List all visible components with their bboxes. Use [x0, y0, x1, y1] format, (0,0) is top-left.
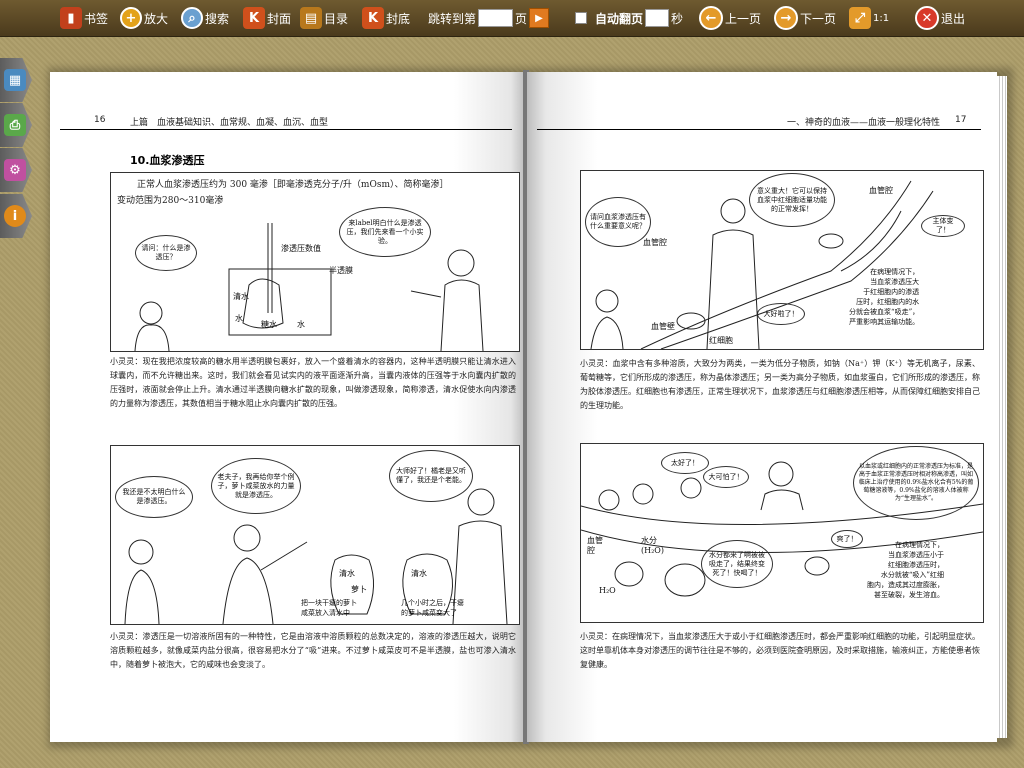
diagram-label: 血管腔	[587, 536, 603, 555]
comic-panel-4: 太好了！ 大可怕了！ 以血浆或红细胞内的正常渗透压为标准，是高于血浆正常渗透压时…	[580, 443, 984, 623]
close-icon: ✕	[915, 6, 939, 30]
side-tab-image[interactable]: ▦	[0, 58, 32, 102]
jump-to-page: 跳转到第 页 ▶	[428, 0, 550, 36]
diagram-label: H₂O	[599, 586, 616, 595]
section-title: 10.血浆渗透压	[130, 154, 205, 167]
play-icon[interactable]: ▶	[529, 8, 550, 28]
auto-flip-seconds-input[interactable]	[645, 9, 670, 27]
diagram-label: 半透膜	[329, 266, 353, 275]
diagram-label: 水	[297, 320, 305, 329]
diagram-label: 清水	[339, 569, 355, 578]
bookmark-icon: ▮	[60, 7, 82, 29]
info-icon: i	[4, 205, 26, 227]
comic-panel-3: 请问血浆渗透压有什么重要意义呢？ 意义重大！它可以保持血浆中红细胞适量功能的正常…	[580, 170, 984, 350]
prev-page-button[interactable]: ← 上一页	[699, 0, 761, 36]
image-icon: ▦	[4, 69, 26, 91]
right-page-number: 17	[955, 115, 967, 125]
left-page-header: 16 上篇 血液基础知识、血常规、血凝、血沉、血型	[60, 115, 512, 130]
printer-icon: ⎙	[4, 114, 26, 136]
next-page-button[interactable]: → 下一页	[774, 0, 836, 36]
diagram-label: 血管腔	[869, 186, 893, 195]
comic-panel-1: 正常人血浆渗透压约为 300 毫渗［即毫渗透克分子/升（mOsm）、简称毫渗］ …	[110, 172, 520, 352]
diagram-label: 水分(H₂O)	[641, 536, 664, 555]
right-paragraph-2: 小灵灵：在病理情况下，当血浆渗透压大于或小于红细胞渗透压时，都会严重影响红细胞的…	[580, 632, 980, 669]
arrow-left-icon: ←	[699, 6, 723, 30]
right-page[interactable]: 一、神奇的血液——血液一般理化特性 17 请问血浆渗透压有什么重要意义呢？ 意义…	[527, 72, 997, 742]
search-button[interactable]: ⌕ 搜索	[181, 0, 229, 36]
side-tab-info[interactable]: i	[0, 194, 32, 238]
zoom-in-button[interactable]: + 放大	[120, 0, 168, 36]
right-page-header-text: 一、神奇的血液——血液一般理化特性	[787, 118, 941, 128]
k-cover-icon: K	[243, 7, 265, 29]
diagram-label: 血管壁	[651, 322, 675, 331]
left-page-number: 16	[94, 115, 106, 125]
fit-arrows-icon: ⤢	[849, 7, 871, 29]
left-paragraph-1: 小灵灵：现在我把浓度较高的糖水用半透明膜包裹好，放入一个盛着清水的容器内，这种半…	[110, 357, 516, 408]
exit-button[interactable]: ✕ 退出	[915, 0, 965, 36]
arrow-right-icon: →	[774, 6, 798, 30]
auto-flip: 自动翻页 秒	[575, 0, 683, 36]
cover-button[interactable]: K 封面	[243, 0, 291, 36]
diagram-label: 清水	[233, 292, 249, 301]
diagram-label: 水	[235, 314, 243, 323]
diagram-label: 清水	[411, 569, 427, 578]
actual-size-button[interactable]: ⤢ 1:1	[849, 0, 889, 36]
page-number-input[interactable]	[478, 9, 514, 27]
figure-caption: 在病理情况下， 当血浆渗透压大 于红细胞内的渗透 压时，红细胞内的水 分就会被血…	[849, 268, 920, 326]
gear-icon: ⚙	[4, 159, 26, 181]
figure-caption: 在病理情况下， 当血浆渗透压小于 红细胞渗透压时， 水分就被“吸入”红细 胞内，…	[867, 541, 944, 599]
left-page[interactable]: 16 上篇 血液基础知识、血常规、血凝、血沉、血型 10.血浆渗透压 正常人血浆…	[50, 72, 525, 742]
k-back-icon: K	[362, 7, 384, 29]
side-tab-settings[interactable]: ⚙	[0, 148, 32, 192]
osmosis-illustration	[134, 223, 484, 351]
diagram-label: 糖水	[261, 320, 277, 329]
back-cover-button[interactable]: K 封底	[362, 0, 410, 36]
diagram-label: 红细胞	[709, 336, 733, 345]
book-icon: ▤	[300, 7, 322, 29]
left-paragraph-2: 小灵灵：渗透压是一切溶液所固有的一种特性，它是由溶液中溶质颗粒的总数决定的，溶液…	[110, 632, 516, 669]
bookmark-button[interactable]: ▮ 书签	[60, 0, 108, 36]
diagram-label: 萝卜	[351, 585, 367, 594]
right-page-header: 一、神奇的血液——血液一般理化特性 17	[537, 115, 981, 130]
magnifier-plus-icon: +	[120, 7, 142, 29]
diagram-label: 血管腔	[643, 238, 667, 247]
magnifier-icon: ⌕	[181, 7, 203, 29]
page-edges	[997, 76, 1007, 738]
side-tab-print[interactable]: ⎙	[0, 103, 32, 147]
blood-vessel-illustration	[590, 180, 934, 349]
right-paragraph-1: 小灵灵：血浆中含有多种溶质，大致分为两类，一类为低分子物质，如钠（Na⁺）钾（K…	[580, 359, 980, 410]
auto-flip-checkbox[interactable]	[575, 12, 587, 24]
figure-caption: 把一块干瘪的萝卜 咸菜放入清水中	[301, 599, 357, 617]
toolbar: ▮ 书签 + 放大 ⌕ 搜索 K 封面 ▤ 目录 K 封底 跳转到第 页 ▶ 自…	[0, 0, 1024, 37]
left-page-header-text: 上篇 血液基础知识、血常规、血凝、血沉、血型	[130, 118, 329, 128]
figure-caption: 几个小时之后，干瘪 的萝卜咸菜变大了	[401, 599, 464, 617]
toc-button[interactable]: ▤ 目录	[300, 0, 348, 36]
comic-panel-2: 我还是不太明白什么是渗透压。 老夫子，我再给你举个例子，萝卜咸菜放水的力量就是渗…	[110, 445, 520, 625]
diagram-label: 渗透压数值	[281, 244, 321, 253]
